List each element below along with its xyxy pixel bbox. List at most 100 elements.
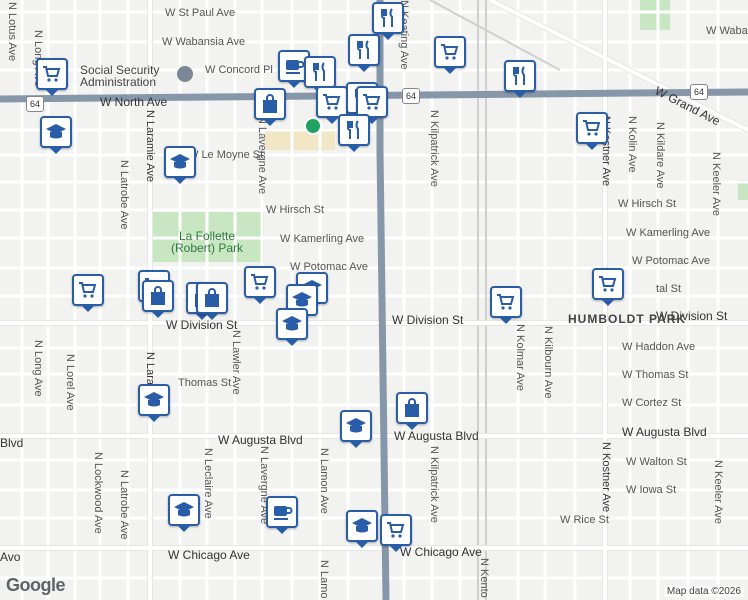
street-kildare: N Kildare Ave (654, 122, 666, 189)
poi-marker[interactable] (72, 274, 104, 312)
street-walton: W Walton St (626, 456, 687, 468)
street-chicago-west: W Chicago Ave (168, 548, 250, 562)
street-tal-east: tal St (656, 283, 682, 295)
ssa-label[interactable]: Social Security Administration (80, 64, 180, 88)
street-north: W North Ave (100, 95, 168, 109)
street-chicago-east: W Chicago Ave (400, 545, 482, 559)
poi-marker[interactable] (138, 384, 170, 422)
street-st-paul: W St Paul Ave (165, 7, 236, 19)
street-augusta-mid: W Augusta Blvd (394, 429, 479, 443)
street-haddon: W Haddon Ave (622, 341, 696, 353)
restaurant-icon (513, 66, 525, 85)
poi-marker[interactable] (434, 36, 466, 74)
street-augusta-west: W Augusta Blvd (218, 433, 303, 447)
cafe-icon (274, 506, 293, 520)
school-icon (346, 418, 366, 433)
street-latrobe-south: N Latrobe Ave (118, 470, 130, 540)
street-thomas-west: Thomas St (178, 377, 232, 389)
poi-marker[interactable] (346, 510, 378, 548)
school-icon (282, 316, 302, 331)
poi-marker[interactable] (380, 514, 412, 552)
poi-marker[interactable] (36, 58, 68, 96)
school-icon (46, 124, 66, 139)
street-augusta-east: W Augusta Blvd (622, 425, 707, 439)
shopping-bag-icon (205, 288, 219, 307)
neighborhood-label: HUMBOLDT PARK (568, 312, 687, 326)
poi-marker[interactable] (348, 34, 380, 72)
street-kolmar: N Kolmar Ave (514, 324, 526, 392)
shopping-cart-icon (387, 522, 405, 538)
poi-marker[interactable] (340, 410, 372, 448)
google-logo[interactable]: Google (6, 575, 66, 596)
street-cortez: W Cortez St (622, 397, 682, 409)
poi-marker[interactable] (142, 280, 174, 318)
poi-marker[interactable] (592, 268, 624, 306)
cafe-icon (286, 60, 305, 74)
shopping-bag-icon (151, 286, 165, 305)
restaurant-icon (313, 62, 325, 81)
street-rice: W Rice St (560, 514, 609, 526)
route-64-shield: 64 (26, 96, 44, 112)
street-lamon-edge: N Lamo (318, 560, 330, 599)
street-waban-east: W Waban (706, 25, 748, 37)
poi-marker[interactable] (504, 60, 536, 98)
shopping-cart-icon (497, 294, 515, 310)
poi-marker[interactable] (164, 146, 196, 184)
street-laramie-north: N Laramie Ave (144, 110, 156, 182)
shopping-cart-icon (363, 94, 381, 110)
poi-marker[interactable] (266, 496, 298, 534)
poi-marker[interactable] (254, 88, 286, 126)
street-chicago-edge: Avo (0, 550, 21, 564)
street-kenton: N Kento (478, 558, 490, 598)
street-hirsch-west: W Hirsch St (266, 204, 325, 216)
shopping-cart-icon (43, 66, 61, 82)
street-lavergne-north: N Lavergne Ave (256, 116, 268, 195)
poi-marker[interactable] (396, 392, 428, 430)
poi-marker[interactable] (196, 282, 228, 320)
shopping-bag-icon (263, 94, 277, 113)
park-label[interactable]: La Follette (Robert) Park (162, 230, 252, 254)
shopping-cart-icon (599, 276, 617, 292)
street-kilbourn: N Kilbourn Ave (542, 326, 554, 399)
poi-marker[interactable] (338, 114, 370, 152)
route-64-shield: 64 (690, 84, 708, 100)
street-kostner-south: N Kostner Ave (600, 442, 612, 513)
poi-marker[interactable] (304, 56, 336, 94)
poi-marker[interactable] (168, 494, 200, 532)
government-building-icon[interactable] (177, 66, 193, 82)
restaurant-icon (357, 40, 369, 59)
street-keeler-north: N Keeler Ave (710, 152, 722, 217)
street-potomac-east: W Potomac Ave (632, 255, 711, 267)
street-wabansia: W Wabansia Ave (162, 36, 246, 48)
street-lotus: N Lotus Ave (6, 2, 18, 62)
street-kolin: N Kolin Ave (626, 116, 638, 173)
restaurant-icon (347, 120, 359, 139)
street-thomas-east: W Thomas St (622, 369, 689, 381)
poi-marker[interactable] (372, 2, 404, 40)
poi-marker[interactable] (40, 116, 72, 154)
location-pin-icon[interactable] (304, 117, 322, 135)
map-canvas[interactable]: W St Paul Ave W Wabansia Ave W Concord P… (0, 0, 748, 600)
poi-marker[interactable] (244, 266, 276, 304)
school-icon (170, 154, 190, 169)
poi-marker[interactable] (490, 286, 522, 324)
shopping-cart-icon (441, 44, 459, 60)
street-iowa: W Iowa St (626, 484, 677, 496)
street-lamon: N Lamon Ave (318, 448, 330, 514)
street-kilpatrick-north: N Kilpatrick Ave (428, 110, 440, 187)
shopping-cart-icon (323, 94, 341, 110)
poi-marker[interactable] (276, 308, 308, 346)
street-long-south: N Long Ave (32, 340, 44, 397)
street-kamerling-east: W Kamerling Ave (626, 227, 711, 239)
map-attribution[interactable]: Map data ©2026 (663, 586, 744, 597)
street-kilpatrick-south: N Kilpatrick Ave (428, 446, 440, 523)
street-keeler-south: N Keeler Ave (712, 460, 724, 525)
poi-marker[interactable] (576, 112, 608, 150)
street-lockwood: N Lockwood Ave (92, 452, 104, 534)
street-lawler: N Lawler Ave (230, 330, 242, 395)
shopping-bag-icon (405, 398, 419, 417)
street-kamerling-west: W Kamerling Ave (280, 233, 365, 245)
street-division-west: W Division St (166, 318, 238, 332)
street-lorel: N Lorel Ave (64, 354, 76, 411)
route-64-shield: 64 (402, 88, 420, 104)
